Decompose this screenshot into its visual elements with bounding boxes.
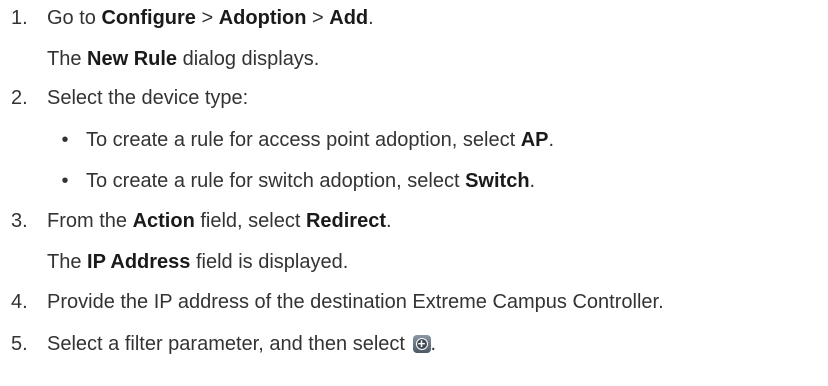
text-run: Provide the IP address of the destinatio…: [47, 291, 664, 313]
step-text: Select the device type:: [47, 85, 248, 111]
step-result-text: The IP Address field is displayed.: [47, 249, 348, 275]
text-run: .: [529, 170, 536, 192]
bullet-text: To create a rule for switch adoption, se…: [86, 168, 535, 194]
text-run: .: [430, 333, 437, 355]
step-number: 3.: [11, 210, 28, 232]
text-run: From the: [47, 210, 133, 232]
step-result-text: The New Rule dialog displays.: [47, 46, 319, 72]
step-text: Go to Configure > Adoption > Add.: [47, 5, 374, 31]
text-run: The: [47, 251, 88, 273]
step-number: 5.: [11, 333, 28, 355]
text-run: The: [47, 48, 88, 70]
step-text: From the Action field, select Redirect.: [47, 208, 392, 234]
ui-term: Adoption: [218, 7, 307, 29]
text-run: .: [548, 129, 555, 151]
ui-term: Configure: [101, 7, 196, 29]
add-circle-icon: [412, 335, 431, 353]
bullet-text: To create a rule for access point adopti…: [86, 127, 554, 153]
ui-term: Redirect: [305, 210, 386, 232]
text-run: Select a filter parameter, and then sele…: [47, 333, 411, 355]
text-run: >: [306, 7, 330, 29]
text-run: Go to: [47, 7, 102, 29]
text-run: Select the device type:: [47, 87, 249, 109]
text-run: field is displayed.: [190, 251, 349, 273]
step-text: Provide the IP address of the destinatio…: [47, 289, 664, 315]
bullet-icon: •: [61, 129, 69, 151]
text-run: field, select: [194, 210, 306, 232]
ui-term: Add: [329, 7, 369, 29]
ui-term: Action: [132, 210, 195, 232]
ui-term: IP Address: [87, 251, 191, 273]
text-run: dialog displays.: [177, 48, 320, 70]
step-number: 4.: [11, 291, 28, 313]
text-run: >: [195, 7, 219, 29]
ui-term: AP: [520, 129, 549, 151]
step-number: 2.: [11, 87, 28, 109]
ui-term: Switch: [465, 170, 530, 192]
bullet-icon: •: [61, 170, 69, 192]
document: 1. Go to Configure > Adoption > Add. The…: [0, 0, 828, 386]
text-run: .: [386, 210, 392, 232]
text-run: To create a rule for switch adoption, se…: [86, 170, 466, 192]
text-run: To create a rule for access point adopti…: [86, 129, 521, 151]
step-text: Select a filter parameter, and then sele…: [47, 331, 436, 357]
text-run: .: [368, 7, 374, 29]
step-number: 1.: [11, 7, 28, 29]
ui-term: New Rule: [87, 48, 178, 70]
